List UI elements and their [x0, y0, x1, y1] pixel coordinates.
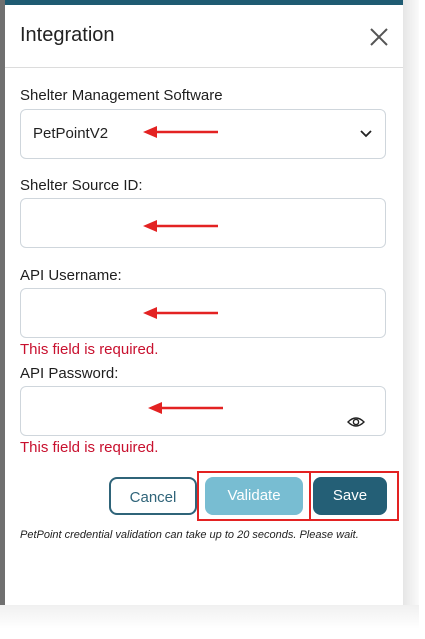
api-password-label: API Password: — [20, 365, 119, 382]
source-id-label: Shelter Source ID: — [20, 177, 143, 194]
close-button[interactable] — [367, 25, 391, 49]
modal-title: Integration — [20, 24, 115, 46]
software-select-value: PetPointV2 — [33, 125, 109, 142]
modal-shadow-bottom — [0, 605, 419, 629]
api-username-error: This field is required. — [20, 341, 159, 358]
software-select[interactable]: PetPointV2 — [20, 109, 386, 159]
api-password-input[interactable] — [33, 387, 337, 433]
modal-shadow-right — [403, 0, 419, 627]
integration-modal: Integration Shelter Management Software … — [5, 5, 403, 605]
modal-header: Integration — [5, 5, 403, 68]
api-username-input[interactable] — [33, 289, 357, 335]
api-username-field[interactable] — [20, 288, 386, 338]
api-username-label: API Username: — [20, 267, 122, 284]
software-label: Shelter Management Software — [20, 87, 223, 104]
validation-note: PetPoint credential validation can take … — [20, 529, 359, 541]
source-id-input[interactable] — [33, 199, 357, 245]
source-id-field[interactable] — [20, 198, 386, 248]
save-button[interactable]: Save — [313, 477, 387, 515]
api-password-field[interactable] — [20, 386, 386, 436]
page: Integration Shelter Management Software … — [0, 0, 425, 639]
validate-button[interactable]: Validate — [205, 477, 303, 515]
chevron-down-icon — [360, 130, 372, 138]
api-password-error: This field is required. — [20, 439, 159, 456]
close-icon — [370, 28, 388, 46]
cancel-button[interactable]: Cancel — [109, 477, 197, 515]
eye-icon[interactable] — [347, 415, 365, 429]
